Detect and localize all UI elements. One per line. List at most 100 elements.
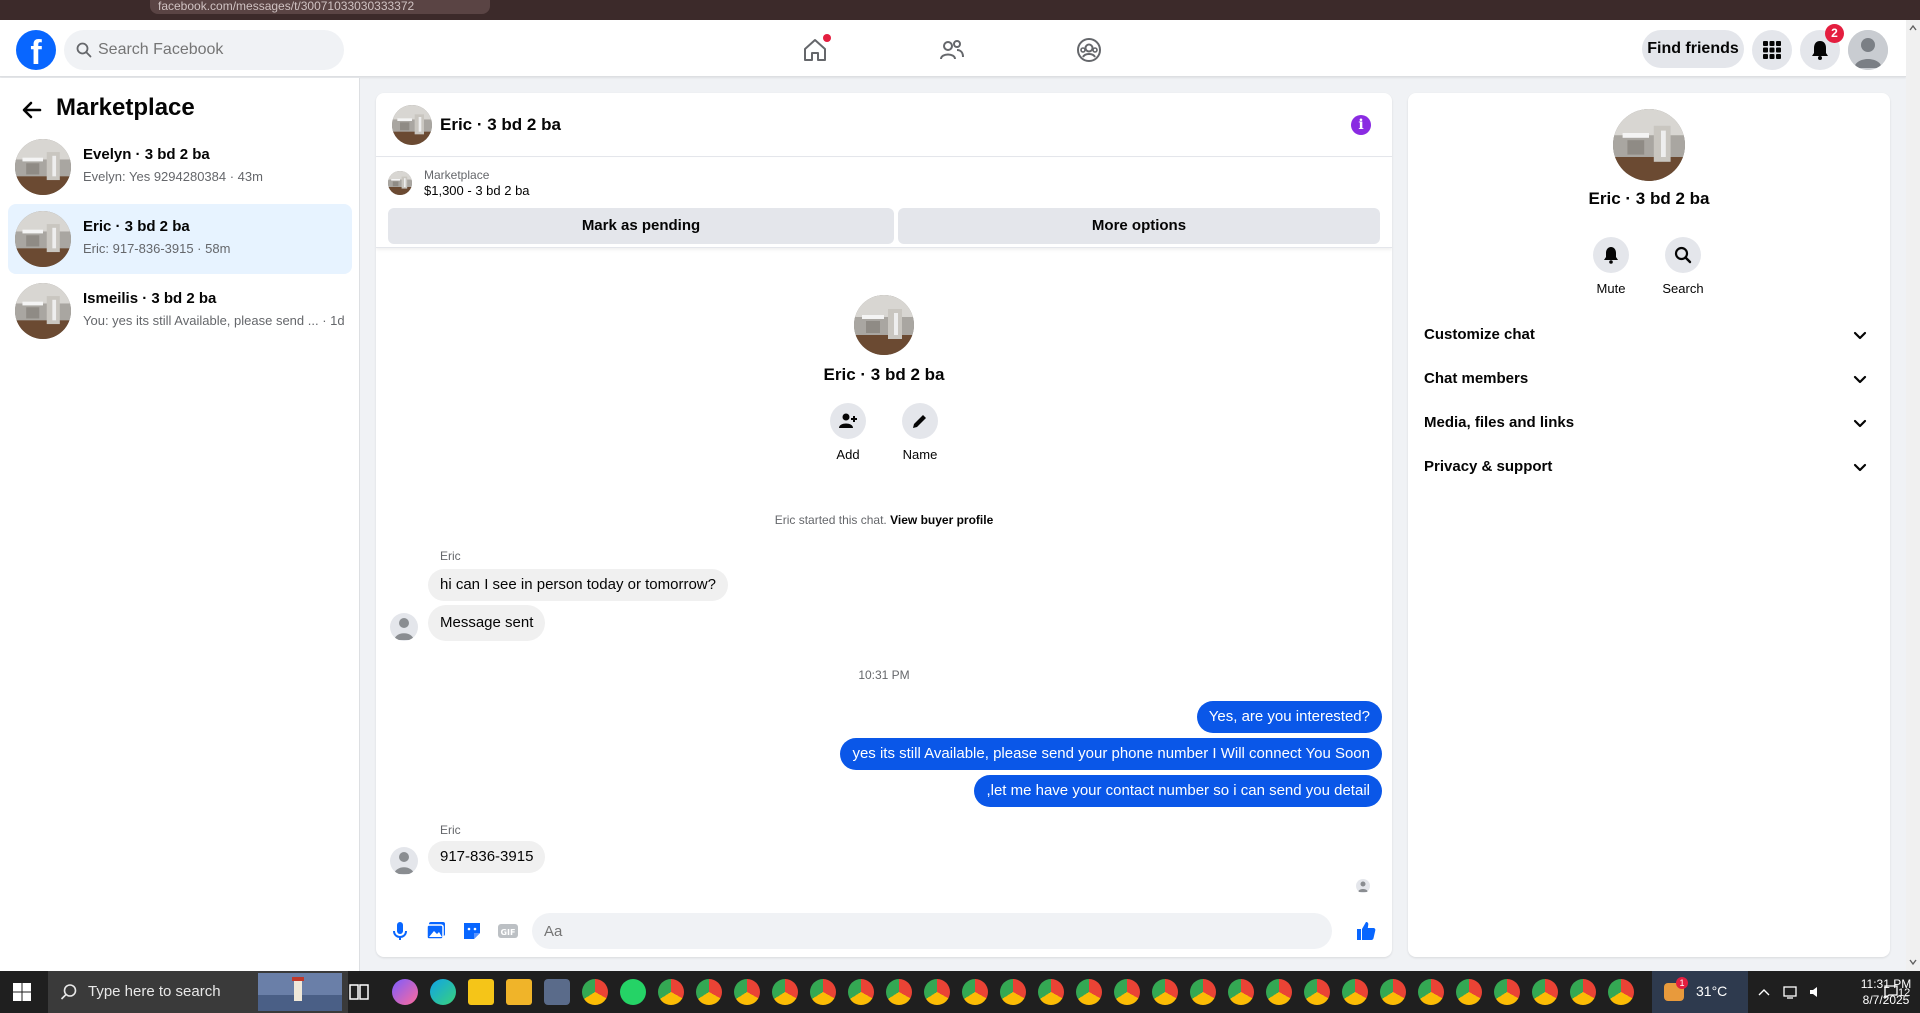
chrome-icon[interactable] xyxy=(1494,979,1520,1005)
more-options-button[interactable]: More options xyxy=(898,208,1380,244)
chrome-icon[interactable] xyxy=(924,979,950,1005)
facebook-logo[interactable]: f xyxy=(16,30,56,70)
menu-grid-icon xyxy=(1763,41,1781,59)
file-explorer-icon[interactable] xyxy=(506,979,532,1005)
outgoing-message[interactable]: yes its still Available, please send you… xyxy=(840,738,1382,770)
back-arrow-icon[interactable] xyxy=(20,98,44,122)
chrome-icon[interactable] xyxy=(1000,979,1026,1005)
scroll-down-icon[interactable] xyxy=(1909,958,1917,966)
conversation-item-eric[interactable]: Eric · 3 bd 2 ba Eric: 917-836-3915 · 58… xyxy=(8,204,352,274)
listing-price-title[interactable]: $1,300 - 3 bd 2 ba xyxy=(424,183,530,198)
microphone-icon[interactable] xyxy=(388,919,412,943)
chrome-icon[interactable] xyxy=(772,979,798,1005)
chrome-icon[interactable] xyxy=(1152,979,1178,1005)
chrome-icon[interactable] xyxy=(810,979,836,1005)
chrome-icon[interactable] xyxy=(1570,979,1596,1005)
page-scrollbar[interactable] xyxy=(1906,20,1920,971)
chrome-icon[interactable] xyxy=(658,979,684,1005)
chrome-icon[interactable] xyxy=(1608,979,1634,1005)
sender-name: Eric xyxy=(440,823,461,837)
search-box[interactable] xyxy=(64,30,344,70)
task-view-icon[interactable] xyxy=(346,979,372,1005)
chrome-icon[interactable] xyxy=(696,979,722,1005)
account-avatar[interactable] xyxy=(1848,30,1888,70)
taskbar-search-placeholder: Type here to search xyxy=(88,983,221,1000)
windows-start-icon[interactable] xyxy=(12,982,32,1002)
section-label: Chat members xyxy=(1424,370,1529,387)
chrome-icon[interactable] xyxy=(1114,979,1140,1005)
search-icon xyxy=(60,984,77,1000)
photo-icon[interactable] xyxy=(424,919,448,943)
chevron-up-icon[interactable] xyxy=(1758,987,1770,997)
search-input[interactable] xyxy=(98,30,338,70)
chat-header-thumbnail[interactable] xyxy=(392,105,432,145)
notification-center-button[interactable]: 12 xyxy=(1884,981,1912,1003)
scroll-up-icon[interactable] xyxy=(1909,24,1917,32)
friends-nav[interactable] xyxy=(932,30,972,70)
sticker-icon[interactable] xyxy=(460,919,484,943)
view-buyer-profile-link[interactable]: View buyer profile xyxy=(890,513,993,527)
find-friends-button[interactable]: Find friends xyxy=(1642,30,1744,68)
media-files-links-section[interactable]: Media, files and links xyxy=(1416,403,1882,443)
chrome-icon[interactable] xyxy=(1190,979,1216,1005)
chevron-down-icon xyxy=(1853,331,1867,340)
groups-nav[interactable] xyxy=(1069,30,1109,70)
listing-thumbnail-small[interactable] xyxy=(388,171,412,195)
network-icon[interactable] xyxy=(1782,984,1798,1000)
chrome-icon[interactable] xyxy=(582,979,608,1005)
incoming-message[interactable]: Message sent xyxy=(428,605,546,641)
chrome-icon[interactable] xyxy=(1228,979,1254,1005)
outgoing-message[interactable]: ,let me have your contact number so i ca… xyxy=(974,775,1382,807)
mark-as-pending-button[interactable]: Mark as pending xyxy=(388,208,894,244)
menu-button[interactable] xyxy=(1752,30,1792,70)
sender-avatar[interactable] xyxy=(390,613,418,641)
chrome-icon[interactable] xyxy=(1076,979,1102,1005)
chat-title[interactable]: Eric · 3 bd 2 ba xyxy=(440,115,561,135)
chrome-icon[interactable] xyxy=(1038,979,1064,1005)
weather-widget[interactable]: 1 31°C xyxy=(1652,971,1748,1013)
message-input-box[interactable] xyxy=(532,913,1332,949)
chrome-icon[interactable] xyxy=(1380,979,1406,1005)
chrome-icon[interactable] xyxy=(1456,979,1482,1005)
conversation-item-ismeilis[interactable]: Ismeilis · 3 bd 2 ba You: yes its still … xyxy=(8,276,352,346)
section-label: Privacy & support xyxy=(1424,458,1553,475)
add-person-button[interactable]: Add xyxy=(818,403,878,462)
message-input[interactable] xyxy=(544,913,1284,949)
mute-button[interactable]: Mute xyxy=(1576,237,1646,296)
gif-icon[interactable]: GIF xyxy=(496,919,520,943)
thumbs-up-icon[interactable] xyxy=(1354,919,1378,943)
sender-avatar[interactable] xyxy=(390,847,418,875)
chat-members-section[interactable]: Chat members xyxy=(1416,359,1882,399)
chrome-icon[interactable] xyxy=(734,979,760,1005)
outgoing-message[interactable]: Yes, are you interested? xyxy=(1196,701,1382,733)
edge-icon[interactable] xyxy=(430,979,456,1005)
chrome-icon[interactable] xyxy=(1342,979,1368,1005)
incoming-message[interactable]: 917-836-3915 xyxy=(428,841,546,873)
home-nav[interactable] xyxy=(795,30,835,70)
whatsapp-icon[interactable] xyxy=(620,979,646,1005)
edit-name-button[interactable]: Name xyxy=(890,403,950,462)
chrome-icon[interactable] xyxy=(1532,979,1558,1005)
chrome-icon[interactable] xyxy=(1304,979,1330,1005)
copilot-icon[interactable] xyxy=(392,979,418,1005)
speaker-icon[interactable] xyxy=(1808,984,1824,1000)
info-icon[interactable]: i xyxy=(1351,115,1371,135)
customize-chat-section[interactable]: Customize chat xyxy=(1416,315,1882,355)
conversation-name: Ismeilis · 3 bd 2 ba xyxy=(83,290,217,307)
address-bar[interactable]: facebook.com/messages/t/3007103303033337… xyxy=(150,0,490,14)
incoming-message[interactable]: hi can I see in person today or tomorrow… xyxy=(428,569,728,601)
pinned-app-icon[interactable] xyxy=(544,979,570,1005)
taskbar-search[interactable]: Type here to search xyxy=(48,971,348,1013)
chrome-icon[interactable] xyxy=(1418,979,1444,1005)
search-in-chat-button[interactable]: Search xyxy=(1648,237,1718,296)
chrome-icon[interactable] xyxy=(1266,979,1292,1005)
chrome-icon[interactable] xyxy=(848,979,874,1005)
chrome-icon[interactable] xyxy=(962,979,988,1005)
chevron-down-icon xyxy=(1853,463,1867,472)
sticky-notes-icon[interactable] xyxy=(468,979,494,1005)
conversation-item-evelyn[interactable]: Evelyn · 3 bd 2 ba Evelyn: Yes 929428038… xyxy=(8,132,352,202)
notifications-button[interactable]: 2 xyxy=(1800,24,1844,70)
intro-thumbnail xyxy=(854,295,914,355)
chrome-icon[interactable] xyxy=(886,979,912,1005)
privacy-support-section[interactable]: Privacy & support xyxy=(1416,447,1882,487)
